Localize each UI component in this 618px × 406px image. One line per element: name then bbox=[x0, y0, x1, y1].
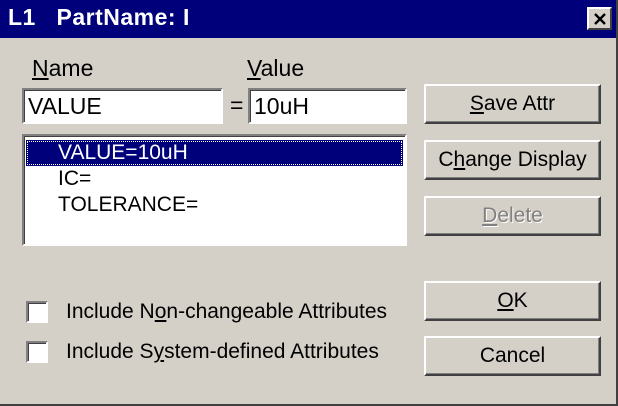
delete-label: elete bbox=[497, 204, 543, 227]
list-item[interactable]: TOLERANCE= bbox=[26, 192, 403, 218]
close-icon bbox=[593, 12, 607, 25]
non-changeable-label: Include Non-changeable Attributes bbox=[66, 300, 387, 324]
close-button[interactable] bbox=[587, 7, 612, 30]
system-defined-checkbox-row[interactable]: Include System-defined Attributes bbox=[26, 337, 379, 367]
system-defined-label: Include System-defined Attributes bbox=[66, 340, 379, 364]
value-input[interactable]: 10uH bbox=[248, 88, 407, 124]
change-display-mnemonic: h bbox=[453, 148, 466, 171]
part-attributes-dialog: L1 PartName: I Name Value VALUE = 10uH V… bbox=[0, 0, 618, 406]
ok-mnemonic: O bbox=[497, 289, 514, 312]
change-display-pre: C bbox=[438, 148, 454, 171]
non-changeable-checkbox-row[interactable]: Include Non-changeable Attributes bbox=[26, 297, 387, 327]
non-changeable-checkbox[interactable] bbox=[26, 301, 48, 323]
system-defined-checkbox[interactable] bbox=[26, 341, 48, 363]
name-label: Name bbox=[32, 55, 93, 82]
save-attr-mnemonic: S bbox=[469, 92, 484, 115]
window-title: L1 PartName: I bbox=[8, 4, 190, 30]
change-display-button[interactable]: Change Display bbox=[424, 140, 601, 180]
ok-label: K bbox=[513, 289, 528, 312]
value-label: Value bbox=[247, 55, 304, 82]
delete-mnemonic: D bbox=[482, 204, 498, 227]
system-defined-label-mnemonic: y bbox=[153, 340, 165, 363]
equals-sign: = bbox=[230, 92, 244, 118]
system-defined-label-pre: Include S bbox=[66, 340, 154, 363]
non-changeable-label-rest: n-changeable Attributes bbox=[166, 300, 388, 323]
value-label-rest: alue bbox=[260, 55, 305, 81]
list-item[interactable]: IC= bbox=[26, 166, 403, 192]
value-label-mnemonic: V bbox=[247, 55, 261, 81]
non-changeable-label-mnemonic: o bbox=[154, 300, 167, 323]
change-display-label: ange Display bbox=[465, 148, 587, 171]
delete-button[interactable]: Delete bbox=[424, 196, 601, 236]
ok-button[interactable]: OK bbox=[424, 281, 601, 321]
name-label-rest: ame bbox=[48, 55, 94, 81]
system-defined-label-rest: stem-defined Attributes bbox=[164, 340, 379, 363]
cancel-button[interactable]: Cancel bbox=[424, 336, 601, 376]
non-changeable-label-pre: Include N bbox=[66, 300, 155, 323]
attribute-list[interactable]: VALUE=10uH IC= TOLERANCE= bbox=[22, 134, 407, 246]
save-attr-label: ave Attr bbox=[483, 92, 556, 115]
save-attr-button[interactable]: Save Attr bbox=[424, 84, 601, 124]
title-bar[interactable]: L1 PartName: I bbox=[0, 0, 616, 38]
name-input[interactable]: VALUE bbox=[22, 88, 223, 124]
name-label-mnemonic: N bbox=[32, 55, 49, 81]
list-item[interactable]: VALUE=10uH bbox=[26, 140, 403, 166]
